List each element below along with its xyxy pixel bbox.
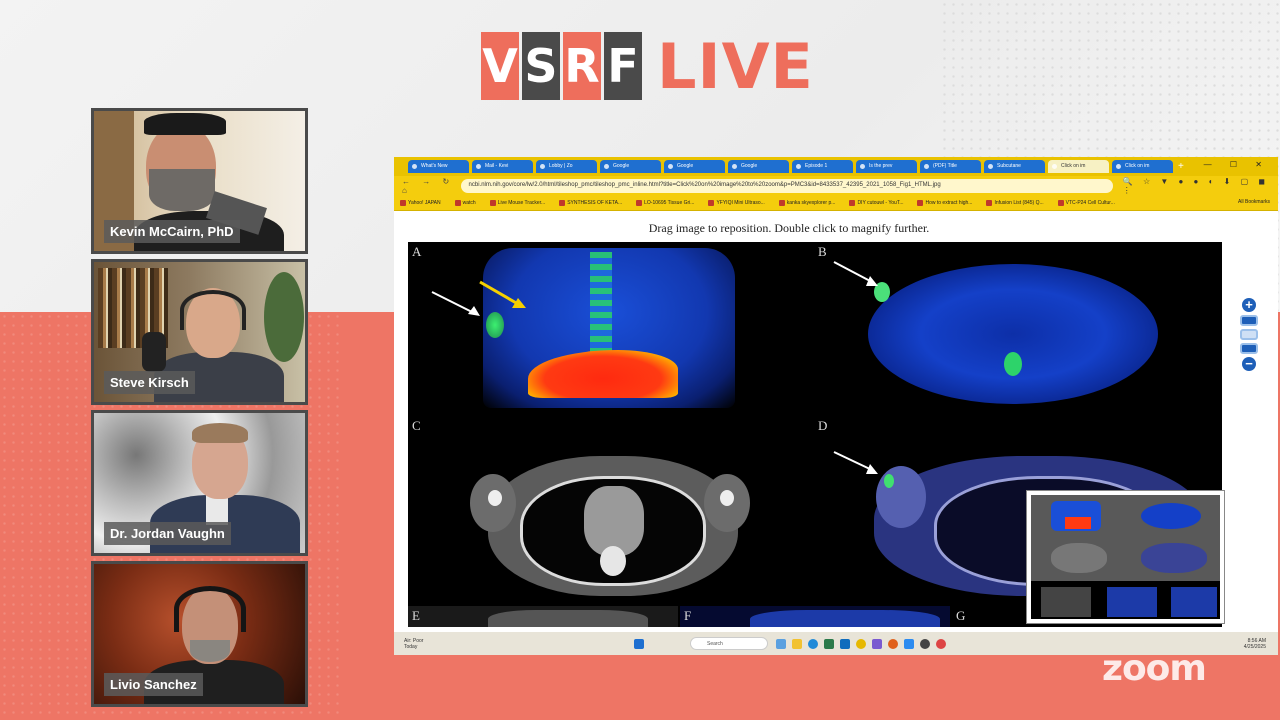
browser-tab[interactable]: Episode 1 [792, 160, 853, 173]
browser-tab[interactable]: Google [728, 160, 789, 173]
panel-e: E [408, 606, 678, 627]
app-icon[interactable] [920, 638, 930, 649]
new-tab-button[interactable]: + [1178, 161, 1184, 172]
panel-label-f: F [684, 608, 692, 623]
panel-label-g: G [956, 608, 966, 623]
weather-widget[interactable]: Air: Poor Today [394, 638, 634, 650]
logo-letter-v: V [481, 32, 519, 100]
panel-c-ct-axial: C [408, 416, 812, 604]
bookmark-item[interactable]: VTC-P24 Cell Cultur... [1057, 199, 1115, 206]
browser-tab[interactable]: (PDF) Title [920, 160, 981, 173]
logo-letter-f: F [604, 32, 642, 100]
zoom-controls: + − [1240, 298, 1258, 388]
task-view-icon[interactable] [776, 638, 786, 649]
logo-letter-s: S [522, 32, 560, 100]
panel-label-b: B [818, 244, 827, 259]
panel-label-d: D [818, 418, 828, 433]
panel-label-e: E [412, 608, 420, 623]
panel-b-pet-axial: B [814, 242, 1222, 414]
browser-tab[interactable]: Google [600, 160, 661, 173]
bookmark-item[interactable]: SYNTHESIS OF KETA... [559, 199, 622, 206]
bookmark-item[interactable]: YFYIQI Mini Ultraso... [708, 199, 765, 206]
chrome-icon[interactable] [856, 638, 866, 649]
taskbar-search[interactable]: Search [690, 637, 768, 650]
zoom-watermark: zoom [1102, 648, 1207, 689]
browser-toolbar: ← → ↻ ⌂ ncbi.nlm.nih.gov/core/lw/2.0/htm… [394, 176, 1278, 195]
zoom-level-bar[interactable] [1240, 315, 1258, 326]
browser-tab[interactable]: Click on im [1112, 160, 1173, 173]
bookmark-item[interactable]: Infusion List (845) Q... [986, 199, 1044, 206]
app-icon[interactable] [872, 638, 882, 649]
navigation-icons[interactable]: ← → ↻ ⌂ [394, 177, 461, 195]
browser-tab[interactable]: Google [664, 160, 725, 173]
logo-letter-r: R [563, 32, 601, 100]
address-bar[interactable]: ncbi.nlm.nih.gov/core/lw/2.0/html/tilesh… [460, 178, 1113, 193]
zoom-in-button[interactable]: + [1242, 298, 1256, 312]
bookmarks-bar: Yahoo! JAPAN watch Live Mouse Tracker...… [394, 195, 1278, 211]
bookmark-item[interactable]: Yahoo! JAPAN [400, 199, 441, 206]
panel-a-pet-coronal: A [408, 242, 812, 414]
bookmark-item[interactable]: How to extract high... [917, 199, 972, 206]
bookmark-item[interactable]: Live Mouse Tracker... [489, 199, 545, 206]
arrow-annotations [431, 280, 526, 316]
participant-name: Livio Sanchez [104, 673, 203, 696]
panel-label-a: A [412, 244, 422, 259]
zoom-level-bar[interactable] [1240, 329, 1258, 340]
navigator-thumbnail[interactable] [1026, 490, 1225, 624]
participant-tile-livio[interactable]: Livio Sanchez [91, 561, 308, 707]
window-controls[interactable]: — ☐ ✕ [1204, 160, 1270, 169]
participant-name: Dr. Jordan Vaughn [104, 522, 231, 545]
bookmark-item[interactable]: DIY cutouwl - YouT... [849, 199, 903, 206]
store-icon[interactable] [824, 638, 834, 649]
participant-tile-kevin[interactable]: Kevin McCairn, PhD [91, 108, 308, 254]
arrow-annotation [833, 261, 878, 286]
zoom-app-icon[interactable] [904, 638, 914, 649]
panel-label-c: C [412, 418, 421, 433]
system-clock[interactable]: 8:56 AM 4/25/2025 [1244, 638, 1266, 650]
zoom-level-bar[interactable] [1240, 343, 1258, 354]
shared-screen: What's New Mail - Kevi Lobby | Zo Google… [394, 157, 1278, 655]
file-explorer-icon[interactable] [792, 638, 802, 649]
participant-name: Kevin McCairn, PhD [104, 220, 240, 243]
logo-live-text: LIVE [657, 29, 814, 103]
browser-tab[interactable]: Mail - Kevi [472, 160, 533, 173]
viewer-instruction: Drag image to reposition. Double click t… [648, 221, 930, 235]
firefox-icon[interactable] [888, 638, 898, 649]
zoom-out-button[interactable]: − [1242, 357, 1256, 371]
app-icon[interactable] [936, 638, 946, 649]
browser-tab-strip: What's New Mail - Kevi Lobby | Zo Google… [394, 157, 1278, 176]
all-bookmarks-link[interactable]: All Bookmarks [1238, 199, 1270, 205]
bookmark-item[interactable]: kanka skyexplorer p... [778, 199, 835, 206]
edge-icon[interactable] [808, 638, 818, 649]
browser-tab[interactable]: Is the prev [856, 160, 917, 173]
bookmark-item[interactable]: LO-10695 Tissue Gri... [636, 199, 694, 206]
extension-icons[interactable]: 🔍 ☆ ▼ ● ● ◐ ⬇ ▢ ◼ ⋮ [1113, 177, 1278, 195]
browser-tab[interactable]: Subcutane [984, 160, 1045, 173]
vsrf-live-logo: V S R F LIVE [481, 29, 814, 103]
image-viewer-page: Drag image to reposition. Double click t… [394, 212, 1278, 632]
browser-tab[interactable]: What's New [408, 160, 469, 173]
start-icon[interactable] [634, 638, 644, 649]
participant-tile-steve[interactable]: Steve Kirsch [91, 259, 308, 405]
participant-name: Steve Kirsch [104, 371, 195, 394]
browser-tab-active[interactable]: Click on im [1048, 160, 1109, 173]
bookmark-item[interactable]: watch [454, 199, 476, 206]
participant-tile-jordan[interactable]: Dr. Jordan Vaughn [91, 410, 308, 556]
panel-f: F [680, 606, 950, 627]
browser-tab[interactable]: Lobby | Zo [536, 160, 597, 173]
mail-icon[interactable] [840, 638, 850, 649]
